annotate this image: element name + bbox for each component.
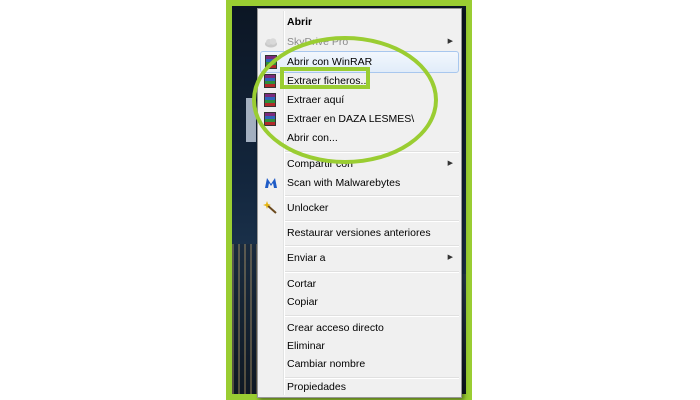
menu-item-scan-malwarebytes[interactable]: Scan with Malwarebytes: [260, 172, 459, 194]
menu-item-propiedades[interactable]: Propiedades: [260, 376, 459, 398]
menu-item-label: Copiar: [287, 296, 318, 308]
submenu-arrow-icon: ▶: [447, 254, 453, 261]
submenu-arrow-icon: ▶: [447, 38, 453, 45]
menu-item-copiar[interactable]: Copiar: [260, 291, 459, 313]
winrar-icon: [264, 74, 276, 88]
menu-item-skydrive-pro[interactable]: SkyDrive Pro ▶: [260, 31, 459, 53]
winrar-icon: [264, 112, 276, 126]
menu-item-label: Restaurar versiones anteriores: [287, 227, 431, 239]
menu-item-label: Abrir: [287, 16, 313, 28]
context-menu: Abrir SkyDrive Pro ▶ Abrir con WinRAR Ex…: [257, 8, 462, 398]
menu-item-label: Unlocker: [287, 202, 329, 214]
selected-file-icon: [246, 98, 256, 142]
menu-item-enviar-a[interactable]: Enviar a ▶: [260, 247, 459, 269]
menu-item-label: SkyDrive Pro: [287, 36, 349, 48]
menu-item-label: Cambiar nombre: [287, 358, 366, 370]
menu-item-abrir[interactable]: Abrir: [260, 11, 459, 33]
menu-item-restaurar-versiones[interactable]: Restaurar versiones anteriores: [260, 222, 459, 244]
menu-item-cambiar-nombre[interactable]: Cambiar nombre: [260, 353, 459, 375]
menu-item-label: Propiedades: [287, 381, 346, 393]
malwarebytes-icon: [265, 178, 277, 188]
winrar-icon: [264, 93, 276, 107]
menu-item-unlocker[interactable]: Unlocker: [260, 197, 459, 219]
menu-item-abrir-con[interactable]: Abrir con...: [260, 127, 459, 149]
cloud-icon: [265, 38, 277, 48]
winrar-icon: [265, 55, 277, 69]
menu-item-label: Enviar a: [287, 252, 326, 264]
menu-item-label: Abrir con...: [287, 132, 338, 144]
wand-icon: [263, 201, 277, 214]
menu-item-label: Scan with Malwarebytes: [287, 177, 401, 189]
